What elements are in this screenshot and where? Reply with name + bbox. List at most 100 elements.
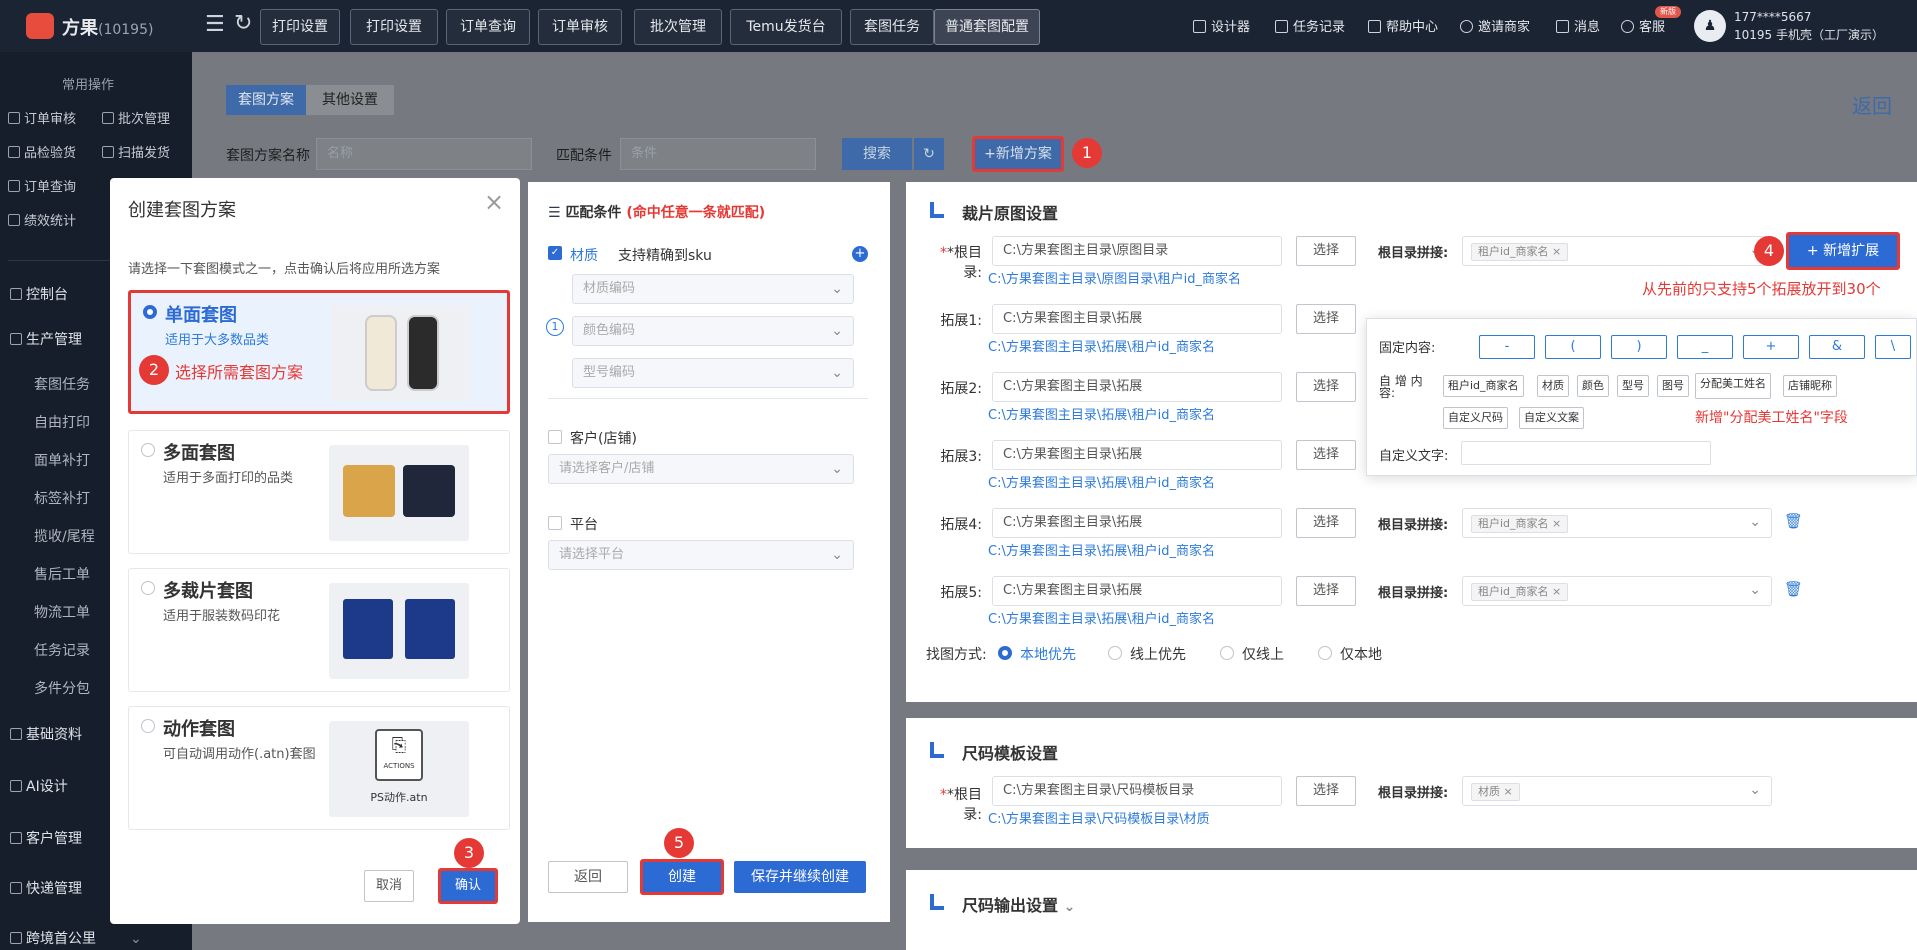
ext4-select-button[interactable]: 选择	[1296, 508, 1356, 538]
ext1-select-button[interactable]: 选择	[1296, 304, 1356, 334]
refresh-icon[interactable]: ↻	[234, 11, 252, 36]
custom-text-input[interactable]	[1461, 441, 1711, 465]
tab-batch-manage[interactable]: 批次管理	[634, 9, 722, 45]
auto-chip-figure[interactable]: 图号	[1657, 375, 1689, 397]
sub-pickup[interactable]: 揽收/尾程	[34, 526, 95, 546]
auto-chip-artist[interactable]: 分配美工姓名	[1695, 373, 1771, 399]
auto-chip-material[interactable]: 材质	[1537, 375, 1569, 397]
sub-task-record[interactable]: 任务记录	[34, 640, 90, 660]
scheme-name-input[interactable]: 名称	[316, 138, 532, 170]
ext5-select-button[interactable]: 选择	[1296, 576, 1356, 606]
tab-print-settings-1[interactable]: 打印设置	[260, 9, 340, 45]
find-online-only[interactable]: 仅线上	[1242, 644, 1284, 664]
customer-select[interactable]: 请选择客户/店铺 ⌄	[548, 454, 854, 484]
ext4-input[interactable]: C:\方果套图主目录\拓展	[992, 508, 1282, 538]
quick-quality-check[interactable]: 品检验货	[8, 142, 76, 161]
auto-chip-shop[interactable]: 店铺昵称	[1783, 375, 1837, 397]
find-local-only-radio[interactable]	[1318, 646, 1332, 660]
fixed-chip-underscore[interactable]: _	[1677, 335, 1733, 359]
user-avatar-icon[interactable]: ♟	[1694, 10, 1726, 42]
ext2-input[interactable]: C:\方果套图主目录\拓展	[992, 372, 1282, 402]
output-title[interactable]: 尺码输出设置 ⌄	[962, 892, 1075, 916]
tab-print-settings-2[interactable]: 打印设置	[350, 9, 438, 45]
tab-order-query[interactable]: 订单查询	[446, 9, 530, 45]
platform-select[interactable]: 请选择平台 ⌄	[548, 540, 854, 570]
auto-chip-custom-size[interactable]: 自定义尺码	[1443, 407, 1508, 429]
fixed-chip-plus[interactable]: +	[1743, 335, 1799, 359]
match-back-button[interactable]: 返回	[548, 861, 628, 893]
find-online-first-radio[interactable]	[1108, 646, 1122, 660]
material-code-select[interactable]: 材质编码 ⌄	[572, 274, 854, 304]
sub-aftersale[interactable]: 售后工单	[34, 564, 90, 584]
quick-order-review[interactable]: 订单审核	[8, 108, 76, 127]
find-local-first[interactable]: 本地优先	[1020, 644, 1076, 664]
sub-logistics[interactable]: 物流工单	[34, 602, 90, 622]
add-condition-icon[interactable]: +	[852, 246, 868, 262]
mode-action[interactable]: 动作套图 可自动调用动作(.atn)套图 ⎘ ACTIONS PS动作.atn	[128, 706, 510, 830]
size-splice-select[interactable]: 材质 × ⌄	[1462, 776, 1772, 806]
dialog-cancel-button[interactable]: 取消	[364, 870, 414, 902]
quick-order-query[interactable]: 订单查询	[8, 176, 76, 195]
messages-link[interactable]: 消息	[1556, 16, 1600, 35]
mode-multi-crop[interactable]: 多裁片套图 适用于服装数码印花	[128, 568, 510, 692]
sub-reprint-label[interactable]: 标签补打	[34, 488, 90, 508]
tab-scheme[interactable]: 套图方案	[226, 85, 306, 115]
mode-action-radio[interactable]	[141, 719, 155, 733]
root-dir-input[interactable]: C:\方果套图主目录\原图目录	[992, 236, 1282, 266]
tab-other-settings[interactable]: 其他设置	[306, 85, 394, 115]
ext2-select-button[interactable]: 选择	[1296, 372, 1356, 402]
ext3-input[interactable]: C:\方果套图主目录\拓展	[992, 440, 1282, 470]
mode-single-radio[interactable]	[143, 305, 157, 319]
auto-chip-model[interactable]: 型号	[1617, 375, 1649, 397]
auto-chip-color[interactable]: 颜色	[1577, 375, 1609, 397]
color-code-select[interactable]: 颜色编码 ⌄	[572, 316, 854, 346]
fixed-chip-rparen[interactable]: )	[1611, 335, 1667, 359]
task-record-link[interactable]: 任务记录	[1275, 16, 1345, 35]
menu-cross-border[interactable]: 跨境首公里 ⌄	[10, 928, 142, 948]
dialog-confirm-button[interactable]: 确认	[438, 868, 498, 904]
ext3-select-button[interactable]: 选择	[1296, 440, 1356, 470]
ext5-splice-select[interactable]: 租户id_商家名 × ⌄	[1462, 576, 1772, 606]
add-extension-button[interactable]: + 新增扩展	[1786, 232, 1900, 270]
sub-multi-pack[interactable]: 多件分包	[34, 678, 90, 698]
save-continue-button[interactable]: 保存并继续创建	[734, 861, 866, 893]
sub-free-print[interactable]: 自由打印	[34, 412, 90, 432]
find-local-only[interactable]: 仅本地	[1340, 644, 1382, 664]
size-select-button[interactable]: 选择	[1296, 776, 1356, 806]
create-button[interactable]: 创建	[640, 859, 724, 895]
ext5-input[interactable]: C:\方果套图主目录\拓展	[992, 576, 1282, 606]
ext5-delete-icon[interactable]: 🗑	[1784, 580, 1803, 598]
root-splice-select[interactable]: 租户id_商家名 ×⌄	[1462, 236, 1772, 266]
fixed-chip-dash[interactable]: -	[1479, 335, 1535, 359]
tab-set-task[interactable]: 套图任务	[850, 9, 934, 45]
ext4-delete-icon[interactable]: 🗑	[1784, 512, 1803, 530]
ext1-input[interactable]: C:\方果套图主目录\拓展	[992, 304, 1282, 334]
fixed-chip-backslash[interactable]: \	[1875, 335, 1911, 359]
find-online-first[interactable]: 线上优先	[1130, 644, 1186, 664]
menu-toggle-icon[interactable]: ☰	[205, 12, 225, 37]
designer-link[interactable]: 设计器	[1193, 16, 1250, 35]
menu-production[interactable]: 生产管理	[10, 329, 82, 349]
tab-order-review[interactable]: 订单审核	[538, 9, 622, 45]
fixed-chip-lparen[interactable]: (	[1545, 335, 1601, 359]
auto-chip-tenant[interactable]: 租户id_商家名	[1443, 375, 1524, 397]
customer-service-link[interactable]: 客服	[1621, 16, 1665, 35]
tab-normal-set-config[interactable]: 普通套图配置	[934, 9, 1040, 45]
root-select-button[interactable]: 选择	[1296, 236, 1356, 266]
close-icon[interactable]: ×	[484, 188, 504, 216]
invite-merchant-link[interactable]: 邀请商家	[1460, 16, 1530, 35]
help-center-link[interactable]: 帮助中心	[1368, 16, 1438, 35]
reset-icon[interactable]: ↻	[914, 138, 944, 170]
tab-temu[interactable]: Temu发货台	[730, 9, 842, 45]
search-button[interactable]: 搜索	[842, 138, 912, 170]
sub-reprint-waybill[interactable]: 面单补打	[34, 450, 90, 470]
menu-ai-design[interactable]: AI设计	[10, 776, 68, 796]
add-scheme-button[interactable]: +新增方案	[972, 136, 1064, 172]
find-online-only-radio[interactable]	[1220, 646, 1234, 660]
mode-single[interactable]: 单面套图 适用于大多数品类 2 选择所需套图方案	[128, 290, 510, 414]
menu-express[interactable]: 快递管理	[10, 878, 82, 898]
customer-checkbox[interactable]	[548, 430, 562, 444]
find-local-first-radio[interactable]	[998, 646, 1012, 660]
menu-console[interactable]: 控制台	[10, 284, 68, 304]
material-checkbox[interactable]: ✓	[548, 246, 562, 260]
